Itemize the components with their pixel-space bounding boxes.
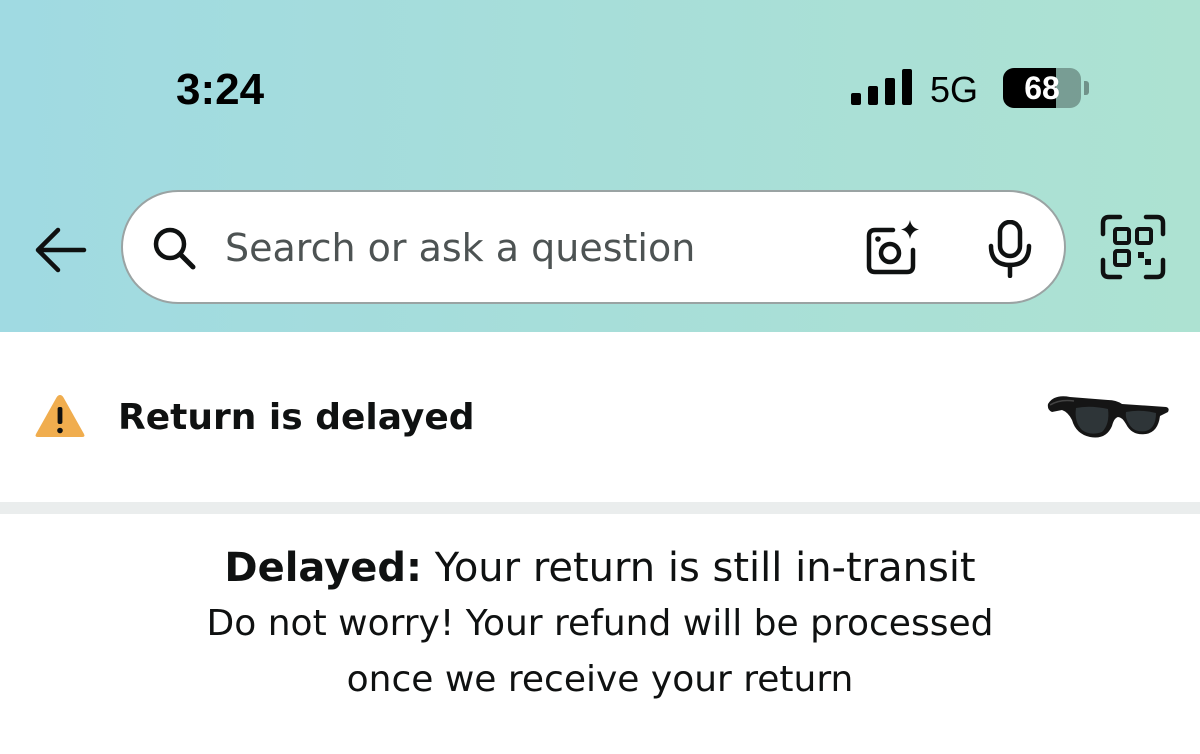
search-icon (153, 227, 196, 270)
warning-triangle-icon (35, 395, 85, 437)
arrow-left-icon (35, 227, 87, 273)
status-bar-time: 3:24 (176, 65, 265, 114)
battery-cap (1084, 81, 1089, 95)
qr-scan-icon[interactable] (1100, 214, 1166, 280)
sunglasses-product-image (1047, 396, 1169, 438)
search-bar[interactable] (121, 190, 1066, 304)
camera-sparkle-icon[interactable] (863, 220, 921, 278)
status-label: Delayed: (224, 545, 422, 591)
refund-note-line-1: Do not worry! Your refund will be proces… (206, 603, 994, 644)
app-header: 3:24 5G 68 (0, 0, 1200, 332)
return-status-row[interactable]: Return is delayed (0, 332, 1200, 502)
return-status-message: Delayed: Your return is still in-transit (0, 540, 1200, 596)
refund-note-line-2: once we receive your return (346, 659, 854, 700)
battery-percentage: 68 (1024, 70, 1060, 106)
network-type: 5G (930, 69, 979, 110)
microphone-icon[interactable] (985, 220, 1035, 278)
back-button[interactable] (30, 220, 90, 280)
battery-icon: 68 (1003, 68, 1081, 108)
return-message: Delayed: Your return is still in-transit… (0, 540, 1200, 708)
search-input[interactable] (225, 223, 825, 273)
status-text: Your return is still in-transit (422, 545, 976, 591)
section-divider (0, 502, 1200, 514)
cellular-signal-icon (851, 69, 913, 105)
return-status-title: Return is delayed (118, 397, 475, 438)
